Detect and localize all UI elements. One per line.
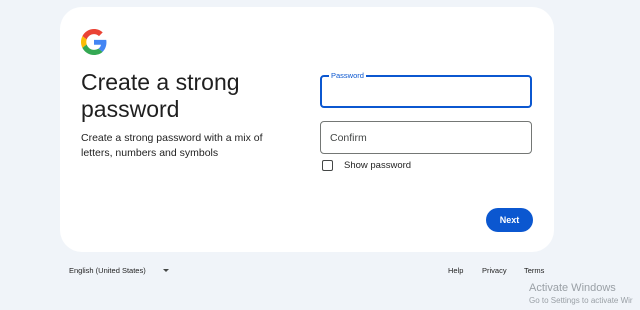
chevron-down-icon <box>162 269 169 272</box>
confirm-field[interactable] <box>320 121 532 154</box>
page-description: Create a strong password with a mix of l… <box>81 132 263 159</box>
watermark-title: Activate Windows <box>529 282 616 294</box>
windows-activation-watermark: Activate Windows Go to Settings to activ… <box>529 282 633 306</box>
show-password-checkbox[interactable] <box>322 160 333 171</box>
help-link[interactable]: Help <box>448 266 463 275</box>
watermark-subtitle: Go to Settings to activate Wir <box>529 296 633 305</box>
google-logo-icon <box>81 29 107 55</box>
password-input[interactable] <box>322 77 530 106</box>
next-button[interactable]: Next <box>486 208 533 232</box>
terms-link[interactable]: Terms <box>524 266 544 275</box>
page-title: Create a strong password <box>81 69 240 122</box>
show-password-toggle[interactable]: Show password <box>322 160 411 171</box>
password-field[interactable]: Password <box>320 71 532 108</box>
privacy-link[interactable]: Privacy <box>482 266 507 275</box>
language-label: English (United States) <box>69 266 146 275</box>
show-password-label[interactable]: Show password <box>344 160 411 171</box>
signup-card: Create a strong password Create a strong… <box>60 7 554 252</box>
language-selector[interactable]: English (United States) <box>69 266 169 275</box>
confirm-input[interactable] <box>321 122 531 153</box>
